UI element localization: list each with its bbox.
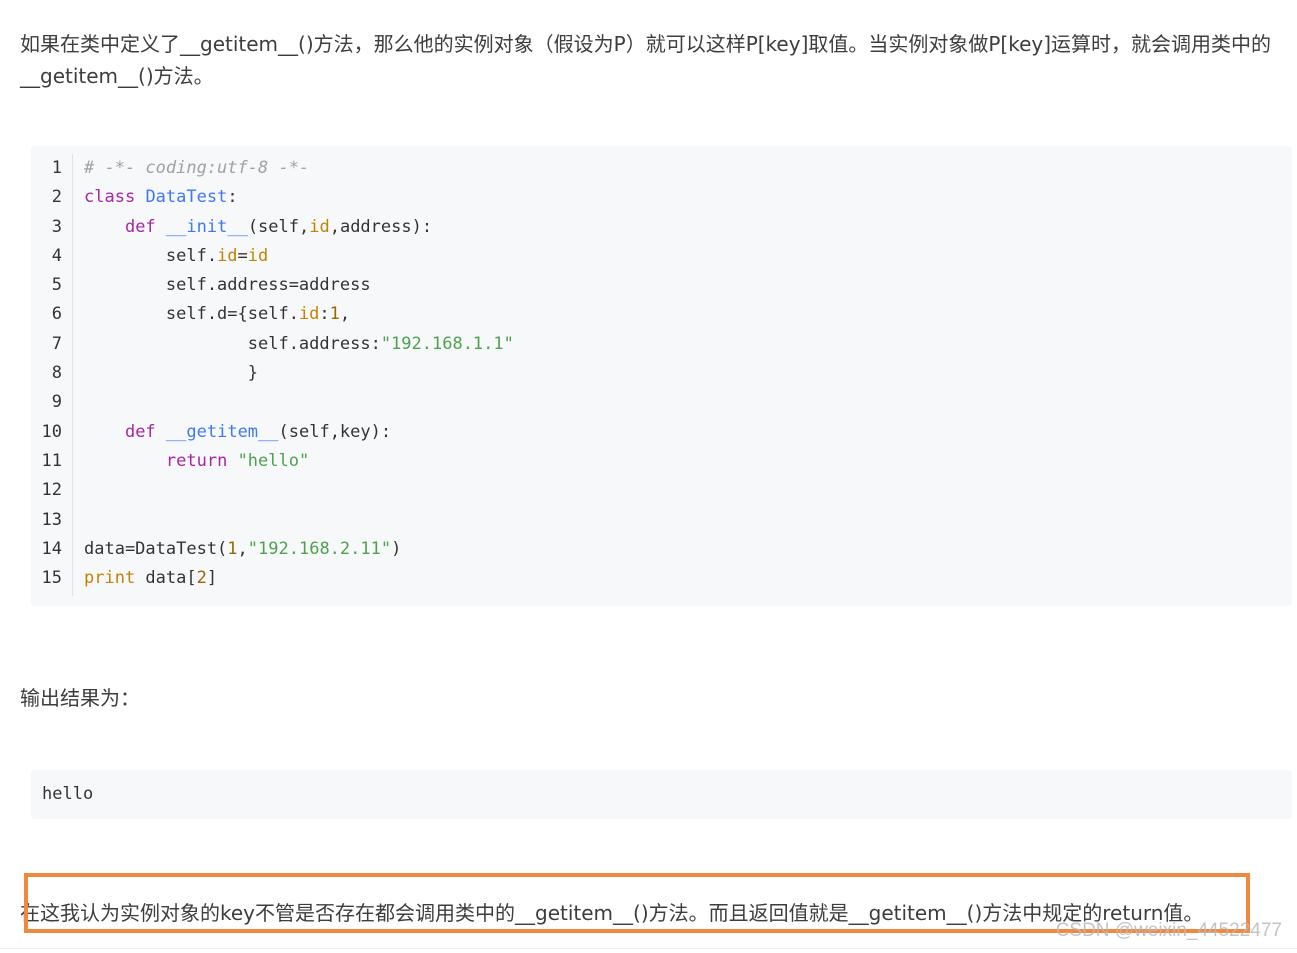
intro-paragraph: 如果在类中定义了__getitem__()方法，那么他的实例对象（假设为P）就可… <box>20 32 1272 88</box>
code-token: self.d={self. <box>84 304 299 325</box>
line-number: 7 <box>51 333 62 354</box>
code-token: , <box>339 304 351 325</box>
code-token: (self, <box>247 216 310 237</box>
code-token: ) <box>391 538 402 559</box>
code-line-10: def __getitem__(self,key): <box>84 418 514 447</box>
builtin-token: id <box>217 245 238 266</box>
code-token: self. <box>84 245 218 266</box>
line-number: 2 <box>51 187 62 208</box>
code-token: ,address): <box>329 216 433 237</box>
code-line-11: return "hello" <box>84 447 514 476</box>
line-number: 6 <box>51 304 62 325</box>
code-token: , <box>237 538 248 559</box>
line-number: 3 <box>51 216 62 237</box>
function-name-token: __init__ <box>165 216 248 237</box>
line-number: 5 <box>51 275 62 296</box>
output-text: hello <box>42 784 94 804</box>
builtin-token: id <box>309 216 330 237</box>
code-token: self.address=address <box>84 275 371 296</box>
keyword-token: class <box>84 187 136 208</box>
string-token: "192.168.2.11" <box>247 538 392 559</box>
number-token: 1 <box>329 304 340 325</box>
string-token: "hello" <box>237 450 310 471</box>
code-token: (self,key): <box>278 421 392 442</box>
line-number: 13 <box>41 509 62 530</box>
number-token: 2 <box>196 568 207 589</box>
code-token: : <box>227 187 238 208</box>
code-token: = <box>237 245 248 266</box>
indent-token <box>84 422 125 442</box>
line-number: 4 <box>51 245 62 266</box>
code-line-2: class DataTest: <box>84 183 514 212</box>
indent-token <box>84 217 125 237</box>
output-label: 输出结果为： <box>20 686 140 710</box>
code-token: data=DataTest( <box>84 538 228 559</box>
line-number: 11 <box>41 450 62 471</box>
code-token: ] <box>206 568 218 589</box>
output-block[interactable]: hello <box>31 770 1292 819</box>
code-token: self.address: <box>84 333 381 354</box>
builtin-token: id <box>298 304 320 325</box>
code-line-8: } <box>84 359 514 388</box>
code-lines[interactable]: # -*- coding:utf-8 -*- class DataTest: d… <box>84 154 514 593</box>
code-line-1: # -*- coding:utf-8 -*- <box>84 154 514 183</box>
function-name-token: __getitem__ <box>165 421 279 442</box>
keyword-token: def <box>124 216 156 237</box>
code-line-3: def __init__(self,id,address): <box>84 213 514 242</box>
code-line-14: data=DataTest(1,"192.168.2.11") <box>84 535 514 564</box>
indent-token <box>84 451 166 471</box>
code-line-5: self.address=address <box>84 271 514 300</box>
code-token: } <box>84 363 258 384</box>
code-line-6: self.d={self.id:1, <box>84 300 514 329</box>
keyword-token: return <box>165 450 228 471</box>
line-number: 8 <box>51 363 62 384</box>
number-token: 1 <box>227 538 238 559</box>
line-number: 12 <box>41 480 62 501</box>
keyword-token: print <box>84 568 136 589</box>
code-line-4: self.id=id <box>84 242 514 271</box>
code-block: 1 2 3 4 5 6 7 8 9 10 11 12 13 14 15 # -*… <box>31 146 1292 606</box>
comment-token: # -*- coding:utf-8 -*- <box>84 158 310 178</box>
line-number: 14 <box>41 538 62 559</box>
keyword-token: def <box>124 421 156 442</box>
line-number-gutter: 1 2 3 4 5 6 7 8 9 10 11 12 13 14 15 <box>31 154 73 596</box>
class-name-token: DataTest <box>145 187 228 208</box>
builtin-token: id <box>247 245 269 266</box>
line-number: 1 <box>51 158 62 178</box>
code-token: data[ <box>135 568 197 589</box>
line-number: 15 <box>41 568 62 589</box>
line-number: 9 <box>51 392 62 413</box>
code-line-15: print data[2] <box>84 564 514 593</box>
divider <box>0 948 1297 949</box>
code-token: : <box>319 304 330 325</box>
line-number: 10 <box>41 421 62 442</box>
watermark: CSDN @weixin_44522477 <box>1055 920 1282 941</box>
code-line-7: self.address:"192.168.1.1" <box>84 330 514 359</box>
string-token: "192.168.1.1" <box>380 333 514 354</box>
